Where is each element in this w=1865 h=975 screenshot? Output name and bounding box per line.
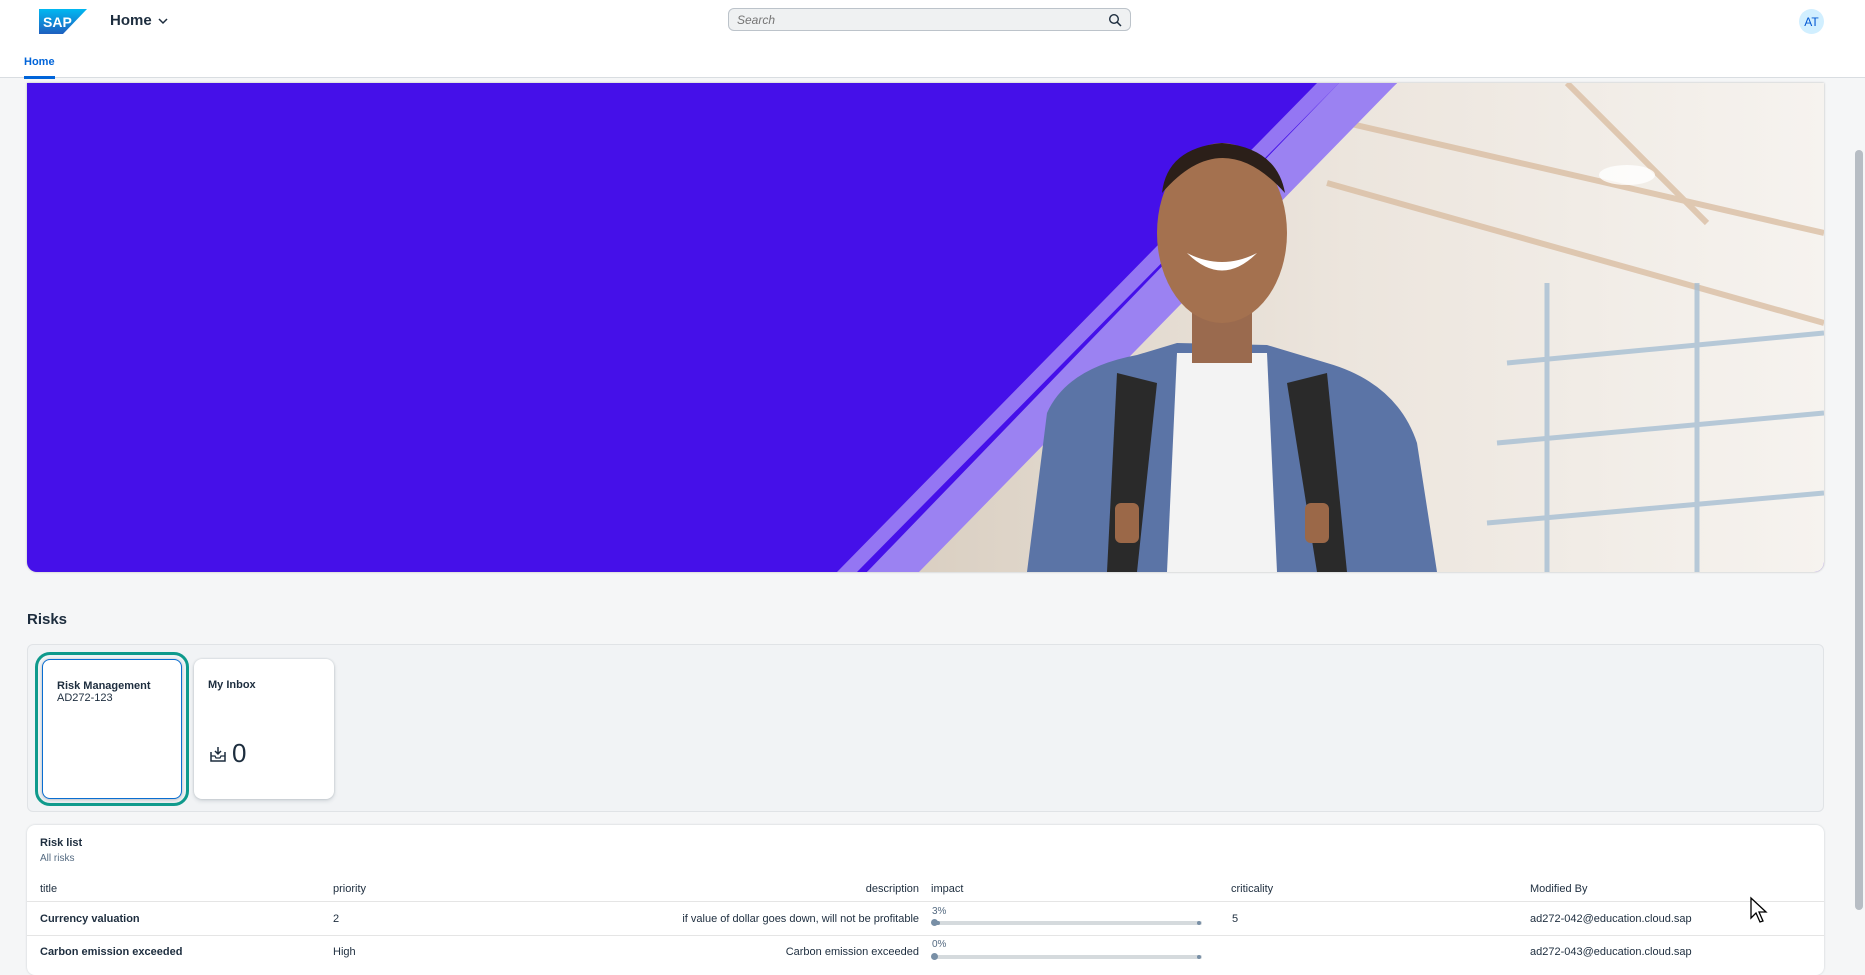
cell-title: Currency valuation [40,913,140,925]
inbox-icon [210,746,226,762]
mouse-pointer-icon [1750,896,1768,923]
hero-illustration [837,83,1824,572]
cell-description: if value of dollar goes down, will not b… [682,913,919,925]
tab-home[interactable]: Home [24,56,55,79]
tile-container: Risk Management AD272-123 My Inbox 0 [27,644,1824,812]
risk-list-card: Risk list All risks title priority descr… [27,825,1824,975]
cell-description: Carbon emission exceeded [785,946,919,958]
impact-label: 0% [932,939,947,950]
tile-subtitle: AD272-123 [57,692,113,704]
cell-criticality: 5 [1232,913,1239,925]
search-input[interactable] [729,12,1108,27]
card-subtitle: All risks [40,853,75,864]
user-avatar[interactable]: AT [1799,9,1824,34]
column-header-criticality[interactable]: criticality [1231,883,1273,895]
impact-progress-end [1197,955,1201,959]
impact-label: 3% [932,906,947,917]
cell-priority: 2 [333,913,340,925]
impact-progress-knob [931,919,938,926]
impact-progress-bar [931,953,1202,960]
impact-progress-bar [931,919,1202,926]
tile-title: Risk Management [57,680,151,692]
scrollbar-thumb[interactable] [1855,150,1863,910]
shell-bar: SAP Home AT Home [0,0,1865,79]
cell-title: Carbon emission exceeded [40,946,183,958]
row-divider [27,935,1824,936]
my-inbox-tile[interactable]: My Inbox 0 [194,659,334,799]
cell-modified-by: ad272-043@education.cloud.sap [1530,946,1692,958]
search-icon[interactable] [1108,13,1122,27]
impact-progress-end [1197,921,1201,925]
sap-logo[interactable]: SAP [39,9,87,34]
hero-banner [27,83,1824,572]
column-header-modified-by[interactable]: Modified By [1530,883,1587,895]
section-title-risks: Risks [27,611,68,628]
column-header-description[interactable]: description [637,883,919,895]
header-divider [27,901,1824,902]
search-field[interactable] [728,8,1131,31]
sap-logo-text: SAP [43,14,72,30]
chevron-down-icon [158,17,168,24]
column-header-priority[interactable]: priority [333,883,366,895]
cell-modified-by: ad272-042@education.cloud.sap [1530,913,1692,925]
column-header-impact[interactable]: impact [931,883,963,895]
inbox-count: 0 [232,738,247,768]
vertical-scrollbar[interactable] [1853,78,1865,961]
card-title: Risk list [40,837,83,849]
cell-priority: High [333,946,356,958]
tile-title: My Inbox [208,679,256,691]
home-menu-button[interactable]: Home [110,12,168,29]
column-header-title[interactable]: title [40,883,57,895]
tab-bar: Home [24,52,55,79]
impact-progress-knob [931,953,938,960]
home-menu-label: Home [110,12,152,29]
tile-kpi: 0 [208,738,246,769]
risk-management-tile[interactable]: Risk Management AD272-123 [35,652,189,806]
